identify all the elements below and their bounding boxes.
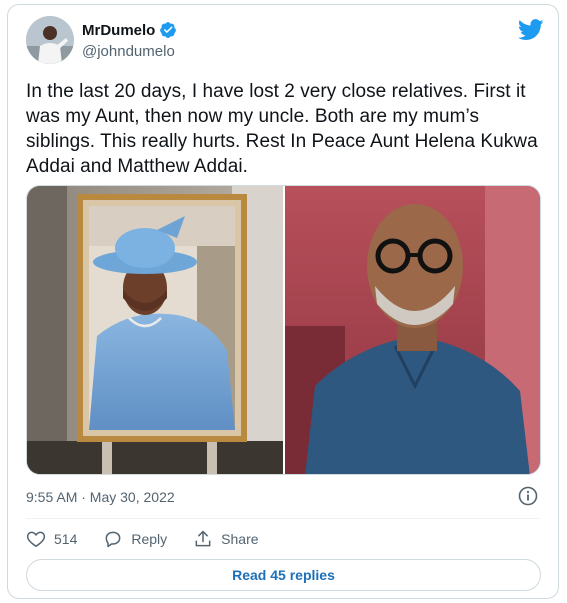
tweet-card: MrDumelo @johndumelo In the last 20 days… xyxy=(7,4,559,599)
tweet-timestamp[interactable]: 9:55 AM · May 30, 2022 xyxy=(26,489,175,505)
twitter-bird-icon[interactable] xyxy=(517,19,544,41)
tweet-actions: 514 Reply Share xyxy=(26,526,285,552)
share-icon xyxy=(193,529,213,549)
info-icon[interactable] xyxy=(518,486,538,506)
read-replies-button[interactable]: Read 45 replies xyxy=(26,559,541,591)
media-image-framed-portrait[interactable] xyxy=(27,186,283,474)
tweet-text: In the last 20 days, I have lost 2 very … xyxy=(26,81,538,177)
avatar[interactable] xyxy=(26,16,74,64)
like-button[interactable]: 514 xyxy=(26,529,77,549)
media-image-man-portrait[interactable] xyxy=(284,186,540,474)
verified-badge-icon xyxy=(159,21,177,39)
author-display-name[interactable]: MrDumelo xyxy=(82,22,155,39)
tweet-media[interactable] xyxy=(26,185,541,475)
like-count: 514 xyxy=(54,531,78,547)
author-handle[interactable]: @johndumelo xyxy=(82,43,175,60)
divider xyxy=(26,518,540,519)
reply-label: Reply xyxy=(131,531,168,547)
reply-button[interactable]: Reply xyxy=(103,529,167,549)
reply-bubble-icon xyxy=(103,529,123,549)
share-label: Share xyxy=(221,531,259,547)
share-button[interactable]: Share xyxy=(193,529,259,549)
heart-icon xyxy=(26,529,46,549)
